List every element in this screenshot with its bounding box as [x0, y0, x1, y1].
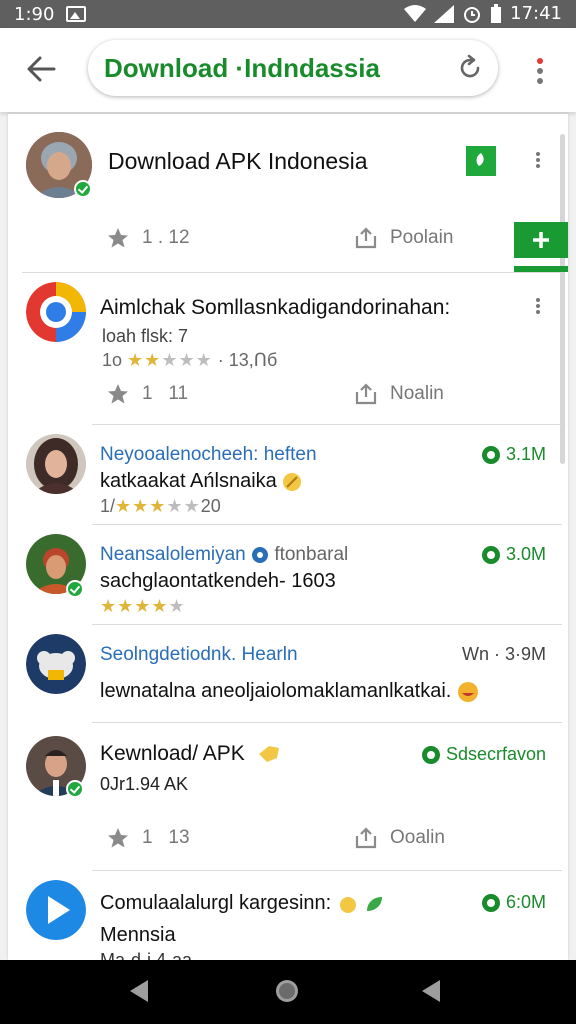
gear-icon [481, 445, 500, 464]
item-line-2: Ma·d·i 4·aa... [100, 950, 208, 960]
share-label: Ooalin [390, 827, 445, 848]
item-title: Aimlchak Somllasnkadigandorinahan: [100, 296, 451, 319]
item-title[interactable]: Neansalolemiyan ftonbaral [100, 544, 348, 566]
install-green-icon[interactable] [466, 146, 496, 176]
app-logo-icon [26, 282, 86, 342]
gear-icon [481, 893, 500, 912]
like-count: 1 13 [142, 827, 190, 848]
item-size: Sdsecrfavon [421, 744, 546, 765]
item-line: 0Jr1.94 AK [100, 774, 189, 794]
item-rating: 1/★★★★★20 [100, 496, 221, 516]
rating-stars: ★★★★★ [127, 350, 213, 370]
leaf-emoji-icon [367, 896, 383, 911]
gallery-notification-icon [66, 6, 86, 22]
list-item[interactable]: Aimlchak Somllasnkadigandorinahan: loah … [8, 272, 568, 424]
star-icon [108, 384, 128, 404]
gear-icon [481, 545, 500, 564]
featured-app-card[interactable]: Download APK Indonesia 1 . 12 Poolain [8, 114, 568, 272]
item-size: Wn · 3·9M [461, 644, 546, 664]
url-bar[interactable]: Download ·Indndassia [88, 40, 498, 96]
rating-action[interactable]: 1 . 12 [106, 226, 190, 250]
avatar [26, 434, 86, 494]
star-icon [108, 828, 128, 848]
share-action[interactable]: Ooalin [354, 826, 445, 850]
list-item[interactable]: Comulaalalurgl kargesinn: Mennsia Ma·d·i… [8, 870, 568, 960]
item-title[interactable]: Seolngdetiodnk. Hearln [100, 644, 298, 666]
item-title: Kewnload/ APK [100, 742, 281, 766]
item-size: 3.1M [481, 444, 546, 465]
verified-badge-icon [66, 780, 84, 798]
url-text[interactable]: Download ·Indndassia [104, 53, 380, 84]
add-button[interactable] [514, 222, 568, 258]
share-icon [355, 383, 377, 405]
share-action[interactable]: Poolain [354, 226, 453, 250]
item-size: 6:0M [481, 892, 546, 913]
card-more-icon[interactable] [533, 150, 543, 174]
share-icon [355, 827, 377, 849]
battery-icon [491, 3, 502, 23]
verified-badge-icon [74, 180, 92, 198]
item-size: 3.0M [481, 544, 546, 565]
item-subtitle: loah flsk: 7 [102, 326, 189, 346]
nav-recents-icon[interactable] [420, 978, 442, 1004]
list-item[interactable]: Seolngdetiodnk. Hearln lewnatalna aneolj… [8, 624, 568, 722]
item-line: katkaakat Ańlsnaika [100, 470, 302, 493]
alarm-icon [464, 6, 481, 23]
list-item[interactable]: Neyooalenocheeh: heften katkaakat Ańlsna… [8, 424, 568, 524]
nav-home-icon[interactable] [274, 978, 300, 1004]
hand-emoji-icon [339, 896, 356, 913]
star-icon [108, 228, 128, 248]
rating-stars: ★★★★★ [115, 496, 201, 516]
gear-icon [421, 745, 440, 764]
like-count: 1 11 [142, 383, 189, 404]
list-item[interactable]: Neansalolemiyan ftonbaral sachglaontatke… [8, 524, 568, 624]
share-icon [355, 227, 377, 249]
status-bar: 1:90 17:41 [0, 0, 576, 28]
status-right-group: 17:41 [404, 3, 562, 24]
verified-badge-icon [66, 580, 84, 598]
back-arrow-icon[interactable] [24, 52, 58, 86]
status-right-time: 17:41 [510, 3, 562, 24]
plus-icon [533, 232, 549, 248]
app-logo-icon [26, 634, 86, 694]
navigation-bar [0, 960, 576, 1024]
smiley-emoji-icon [457, 681, 478, 702]
browser-header: Download ·Indndassia [0, 28, 576, 112]
tag-emoji-icon [258, 746, 279, 763]
wifi-icon [404, 4, 427, 22]
signal-icon [434, 4, 455, 23]
item-more-icon[interactable] [533, 296, 543, 320]
rating-action[interactable]: 1 11 [106, 382, 188, 406]
item-meta: 1o ★★★★★ · 13,Ոб [102, 350, 278, 370]
rating-action[interactable]: 1 13 [106, 826, 190, 850]
item-title[interactable]: Neyooalenocheeh: heften [100, 444, 317, 466]
play-app-icon [26, 880, 86, 940]
item-line: Mennsia [100, 924, 176, 946]
nav-back-icon[interactable] [128, 978, 150, 1004]
menu-kebab-icon[interactable] [526, 56, 554, 86]
share-label: Poolain [390, 227, 454, 248]
list-item[interactable]: Kewnload/ APK 0Jr1.94 AK Sdsecrfavon 1 1… [8, 722, 568, 870]
item-title: Comulaalalurgl kargesinn: [100, 892, 384, 915]
share-action[interactable]: Noalin [354, 382, 444, 406]
status-left-time: 1:90 [14, 4, 55, 25]
share-label: Noalin [390, 383, 444, 404]
app-list-page: Download APK Indonesia 1 . 12 Poolain Ai… [8, 114, 568, 960]
featured-title: Download APK Indonesia [108, 148, 368, 174]
reload-icon[interactable] [456, 54, 484, 82]
item-line: sachglaontatkendeh- 1603 [100, 570, 336, 592]
pencil-emoji-icon [283, 472, 302, 491]
item-line: lewnatalna aneoljaiolomaklamanlkatkai. [100, 680, 479, 703]
verified-blue-icon [252, 546, 269, 563]
rating-count: 1 . 12 [142, 227, 190, 248]
rating-stars: ★★★★★ [100, 596, 186, 616]
